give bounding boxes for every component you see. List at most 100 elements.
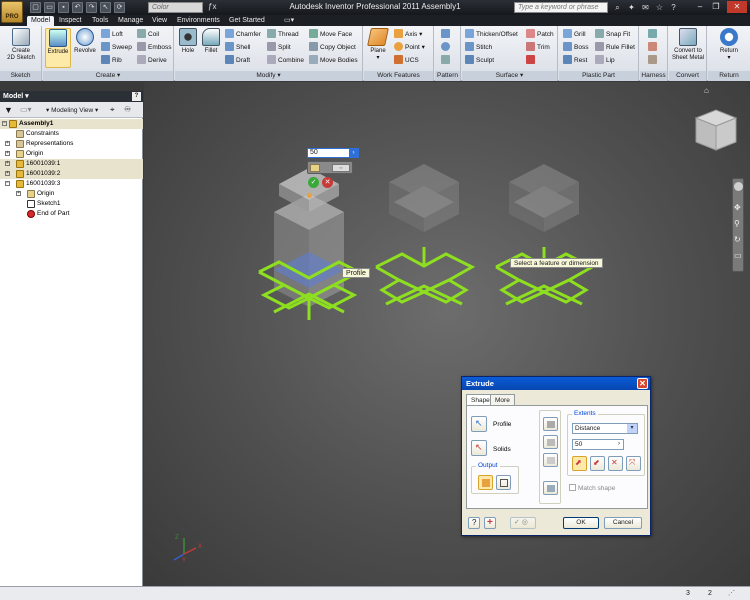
inventor-logo[interactable]: PRO [1, 1, 23, 23]
minimize-button[interactable]: – [693, 1, 707, 13]
pan-icon[interactable]: ✥ [734, 203, 741, 212]
home-view-icon[interactable]: ⌂ [704, 86, 709, 95]
help-button[interactable]: ? [468, 517, 480, 529]
circ-pattern-button[interactable] [441, 42, 452, 54]
collapse-icon[interactable]: − [2, 121, 7, 126]
dimension-input[interactable]: 50 › [307, 148, 359, 158]
sculpt-button[interactable]: Sculpt [465, 55, 494, 67]
favorites-icon[interactable]: ☆ [654, 2, 665, 13]
tree-item-part-1[interactable]: + 16001039:1 [0, 159, 143, 169]
emboss-button[interactable]: Emboss [137, 42, 171, 54]
output-solid-button[interactable] [478, 475, 493, 490]
plane-button[interactable]: Plane ▾ [366, 28, 390, 68]
create-2d-sketch-button[interactable]: Create 2D Sketch [5, 28, 37, 68]
return-button[interactable]: Return ▾ [714, 28, 744, 68]
extrude-button[interactable]: Extrude [45, 28, 71, 68]
mirror-button[interactable] [441, 55, 452, 67]
dropdown-arrow-icon[interactable]: ▾ [627, 424, 637, 433]
asymmetric-button[interactable]: ⤧ [626, 456, 641, 471]
browser-options-icon[interactable]: ▭▾ [20, 105, 32, 114]
tab-view[interactable]: View [148, 16, 171, 26]
tree-item-part-3[interactable]: − 16001039:3 [0, 179, 143, 189]
distance-arrow-icon[interactable]: › [615, 440, 623, 449]
shell-button[interactable]: Shell [225, 42, 250, 54]
orbit-icon[interactable]: ↻ [734, 235, 741, 244]
ucs-button[interactable]: UCS [394, 55, 419, 67]
rib-button[interactable]: Rib [101, 55, 122, 67]
tree-item-assembly1[interactable]: − Assembly1 [0, 119, 143, 129]
binoculars-icon[interactable]: ⌕ [612, 2, 623, 13]
cancel-button[interactable]: Cancel [604, 517, 642, 529]
symmetric-button[interactable]: ✕ [608, 456, 623, 471]
find-icon[interactable]: ⌖ [110, 105, 115, 115]
tab-inspect[interactable]: Inspect [55, 16, 86, 26]
expand-icon[interactable]: + [5, 141, 10, 146]
expand-icon[interactable]: + [5, 161, 10, 166]
cancel-x-icon[interactable]: ✕ [322, 177, 333, 188]
profile-select-icon[interactable] [310, 164, 320, 172]
thicken-offset-button[interactable]: Thicken/Offset [465, 29, 518, 41]
hole-button[interactable]: Hole [177, 28, 199, 68]
browser-header[interactable]: Model ▾ ? [0, 91, 143, 102]
move-face-button[interactable]: Move Face [309, 29, 352, 41]
move-bodies-button[interactable]: Move Bodies [309, 55, 358, 67]
direction-1-button[interactable]: ⬈ [572, 456, 587, 471]
revolve-button[interactable]: Revolve [72, 28, 98, 68]
graphics-viewport[interactable]: 50 › ⇔ ✓ ✕ Profile Select a feature or d… [144, 82, 750, 586]
rect-pattern-button[interactable] [441, 29, 452, 41]
tree-item-part-2[interactable]: + 16001039:2 [0, 169, 143, 179]
status-grip-icon[interactable]: ⋰ [728, 587, 735, 600]
preview-button[interactable]: ✓ ◎ [510, 517, 536, 529]
patch-button[interactable]: Patch [526, 29, 554, 41]
options-dropdown-icon[interactable]: ⇔ [332, 164, 350, 172]
intersect-button[interactable] [543, 453, 558, 467]
thread-button[interactable]: Thread [267, 29, 299, 41]
cut-button[interactable] [543, 435, 558, 449]
direction-2-button[interactable]: ⬋ [590, 456, 605, 471]
match-shape-checkbox[interactable]: Match shape [569, 484, 615, 492]
tab-manage[interactable]: Manage [114, 16, 147, 26]
grill-button[interactable]: Grill [563, 29, 586, 41]
tab-model[interactable]: Model [27, 16, 55, 26]
tab-get-started[interactable]: Get Started [225, 16, 269, 26]
rest-button[interactable]: Rest [563, 55, 587, 67]
steering-wheel-icon[interactable] [734, 182, 743, 191]
redo-icon[interactable]: ↷ [86, 2, 97, 13]
tab-environments[interactable]: Environments [173, 16, 224, 26]
panel-title-surface[interactable]: Surface ▾ [462, 71, 557, 81]
dialog-title-bar[interactable]: Extrude ✕ [462, 377, 650, 390]
tree-item-origin[interactable]: + Origin [0, 149, 143, 159]
save-icon[interactable]: ▪ [58, 2, 69, 13]
distance-input[interactable]: 50 › [572, 439, 624, 450]
help-icon[interactable]: ? [668, 2, 679, 13]
draft-button[interactable]: Draft [225, 55, 250, 67]
sweep-button[interactable]: Sweep [101, 42, 132, 54]
expand-icon[interactable]: + [5, 151, 10, 156]
harness-button-2[interactable] [648, 42, 659, 54]
checkbox-box[interactable] [569, 484, 576, 491]
tree-item-sketch1[interactable]: Sketch1 [0, 199, 143, 209]
tree-item-representations[interactable]: + Representations [0, 139, 143, 149]
harness-button-1[interactable] [648, 29, 659, 41]
browser-help-icon[interactable]: ? [132, 92, 141, 101]
coil-button[interactable]: Coil [137, 29, 159, 41]
open-icon[interactable]: ▭ [44, 2, 55, 13]
new-icon[interactable]: ▢ [30, 2, 41, 13]
expand-icon[interactable]: + [5, 171, 10, 176]
join-button[interactable] [543, 417, 558, 431]
dialog-close-button[interactable]: ✕ [637, 378, 648, 389]
update-icon[interactable]: ⟳ [114, 2, 125, 13]
undo-icon[interactable]: ↶ [72, 2, 83, 13]
tree-item-constraints[interactable]: Constraints [0, 129, 143, 139]
function-icon[interactable]: ƒx [208, 2, 216, 11]
axis-button[interactable]: Axis ▾ [394, 29, 422, 41]
apply-check-icon[interactable]: ✓ [308, 177, 319, 188]
fillet-button[interactable]: Fillet [200, 28, 222, 68]
tree-item-part-origin[interactable]: + Origin [0, 189, 143, 199]
help-search-input[interactable]: Type a keyword or phrase [514, 2, 608, 13]
tree-item-end-of-part[interactable]: End of Part [0, 209, 143, 219]
point-button[interactable]: Point ▾ [394, 42, 425, 54]
filter-icon[interactable]: ▼ [4, 105, 13, 115]
look-at-icon[interactable]: ▭ [734, 251, 742, 260]
lip-button[interactable]: Lip [595, 55, 615, 67]
